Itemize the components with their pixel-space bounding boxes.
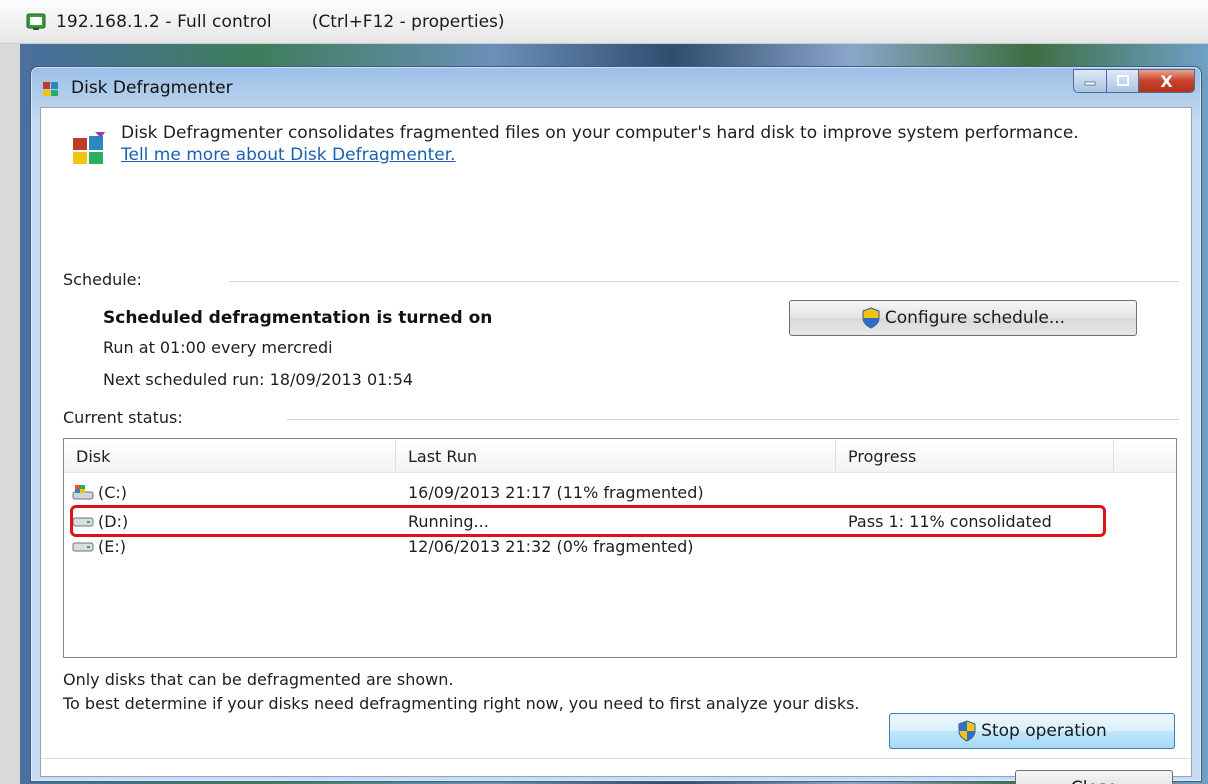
caption-buttons: X [1073,69,1195,95]
note-defragmentable: Only disks that can be defragmented are … [63,670,454,689]
defragmenter-app-icon [43,82,58,96]
next-scheduled-run: Next scheduled run: 18/09/2013 01:54 [103,370,414,389]
disk-list-header: Disk Last Run Progress [64,439,1176,473]
column-header-progress[interactable]: Progress [836,439,1114,473]
close-window-button[interactable]: X [1139,69,1195,93]
minimize-icon [1084,81,1096,86]
column-header-disk[interactable]: Disk [64,439,396,473]
configure-schedule-label: Configure schedule... [884,308,1066,328]
disk-name: (C:) [98,482,128,502]
disk-list[interactable]: Disk Last Run Progress (C:) 16/09/2013 2… [63,438,1177,658]
footer-divider [41,758,1191,759]
defragmenter-icon [73,132,105,164]
status-divider [287,419,1179,420]
configure-schedule-button[interactable]: Configure schedule... [789,300,1137,336]
disk-row-c[interactable]: (C:) 16/09/2013 21:17 (11% fragmented) [64,479,1176,505]
minimize-button[interactable] [1073,69,1107,93]
title-bar[interactable]: Disk Defragmenter X [31,67,1201,109]
maximize-button[interactable] [1107,69,1139,93]
header-row: Disk Defragmenter consolidates fragmente… [71,122,1101,168]
schedule-label: Schedule: [63,270,142,289]
header-description: Disk Defragmenter consolidates fragmente… [121,122,1101,168]
schedule-run-at: Run at 01:00 every mercredi [103,338,333,357]
stop-operation-label: Stop operation [981,721,1107,741]
drive-icon [72,542,94,552]
maximize-icon [1116,75,1129,86]
uac-shield-icon [862,307,880,329]
disk-cell: (C:) [72,479,127,505]
remote-title: 192.168.1.2 - Full control [56,11,272,32]
highlight-annotation [70,505,1106,537]
remote-hint[interactable]: (Ctrl+F12 - properties) [312,12,505,32]
description-text: Disk Defragmenter consolidates fragmente… [121,123,1079,143]
stop-operation-button[interactable]: Stop operation [889,713,1175,749]
uac-shield-icon [958,720,976,742]
schedule-status: Scheduled defragmentation is turned on [103,308,493,328]
close-button[interactable]: Close [1015,770,1173,784]
window-client-area: Disk Defragmenter consolidates fragmente… [40,107,1192,784]
remote-control-icon [26,13,46,30]
close-icon: X [1160,71,1173,91]
schedule-divider [229,281,1179,282]
current-status-label: Current status: [63,408,183,427]
system-drive-icon [72,485,94,500]
learn-more-link[interactable]: Tell me more about Disk Defragmenter. [121,145,456,165]
disk-defragmenter-window: Disk Defragmenter X Disk Defragmenter co… [30,66,1202,784]
window-title: Disk Defragmenter [71,78,233,98]
last-run-cell: 16/09/2013 21:17 (11% fragmented) [408,482,704,502]
disk-name: (E:) [98,536,126,556]
remote-control-bar: 192.168.1.2 - Full control (Ctrl+F12 - p… [0,0,1208,44]
note-analyze: To best determine if your disks need def… [63,694,860,713]
column-header-last-run[interactable]: Last Run [396,439,836,473]
